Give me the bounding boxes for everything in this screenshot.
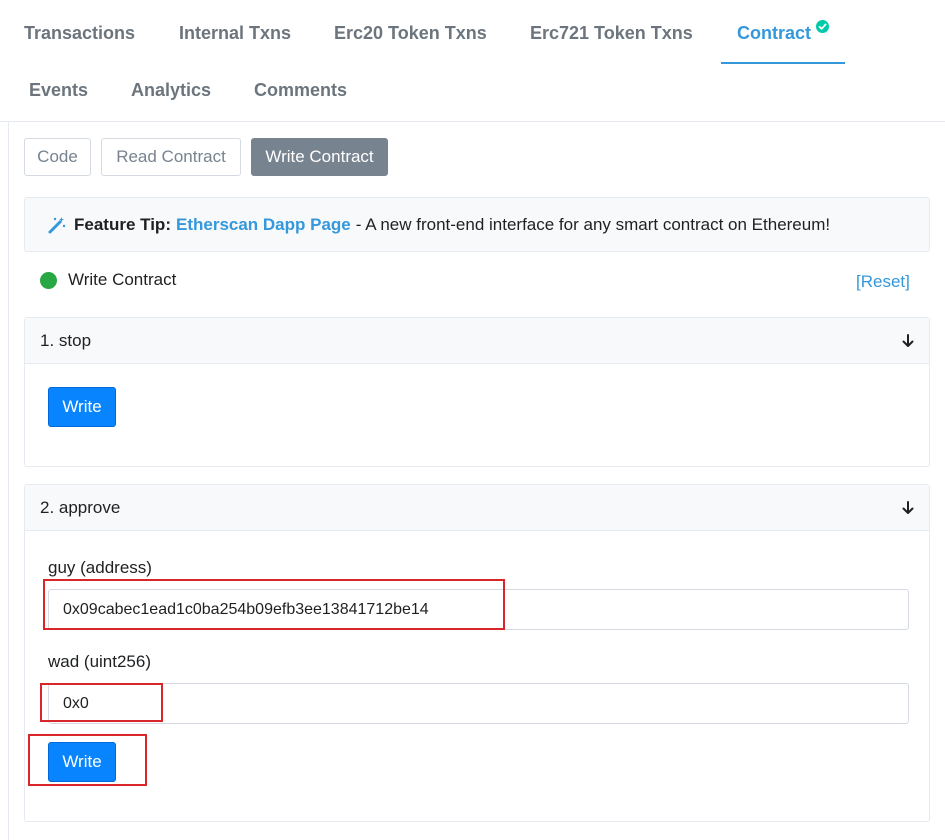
tab-analytics[interactable]: Analytics: [131, 80, 211, 101]
dapp-page-link[interactable]: Etherscan Dapp Page: [176, 215, 351, 235]
tab-contract[interactable]: Contract: [737, 23, 811, 44]
subtab-read-contract[interactable]: Read Contract: [101, 138, 241, 176]
function-panel-stop: 1. stop Write: [24, 317, 930, 467]
write-button-stop[interactable]: Write: [48, 387, 116, 427]
function-title: 1. stop: [40, 330, 92, 350]
arrow-down-icon: [902, 333, 914, 347]
status-text: Write Contract: [68, 270, 177, 289]
subtab-code[interactable]: Code: [24, 138, 91, 176]
subtab-write-contract[interactable]: Write Contract: [251, 138, 388, 176]
wad-uint256-input[interactable]: [48, 683, 909, 724]
tab-erc20-token-txns[interactable]: Erc20 Token Txns: [334, 23, 487, 44]
magic-wand-icon: [47, 215, 67, 235]
arrow-down-icon: [902, 500, 914, 514]
function-panel-approve: 2. approve guy (address) wad (uint256) W…: [24, 484, 930, 822]
tab-bar: Transactions Internal Txns Erc20 Token T…: [0, 0, 945, 122]
tip-label: Feature Tip:: [74, 214, 171, 234]
connected-status-icon: [40, 271, 57, 289]
tab-events[interactable]: Events: [29, 80, 88, 101]
tab-transactions[interactable]: Transactions: [24, 23, 135, 44]
connection-status: Write Contract: [40, 270, 176, 290]
function-title: 2. approve: [40, 497, 121, 517]
active-tab-indicator: [721, 62, 845, 64]
feature-tip: Feature Tip: Etherscan Dapp Page - A new…: [24, 197, 930, 252]
write-button-approve[interactable]: Write: [48, 742, 116, 782]
tip-text: - A new front-end interface for any smar…: [355, 214, 831, 234]
reset-link[interactable]: [Reset]: [856, 272, 910, 292]
tab-comments[interactable]: Comments: [254, 80, 347, 101]
tab-erc721-token-txns[interactable]: Erc721 Token Txns: [530, 23, 693, 44]
tab-internal-txns[interactable]: Internal Txns: [179, 23, 291, 44]
wad-uint256-label: wad (uint256): [48, 652, 152, 671]
guy-address-input[interactable]: [48, 589, 909, 630]
verified-check-icon: [816, 20, 829, 33]
function-header-approve[interactable]: 2. approve: [25, 485, 929, 531]
function-header-stop[interactable]: 1. stop: [25, 318, 929, 364]
guy-address-label: guy (address): [48, 558, 152, 577]
